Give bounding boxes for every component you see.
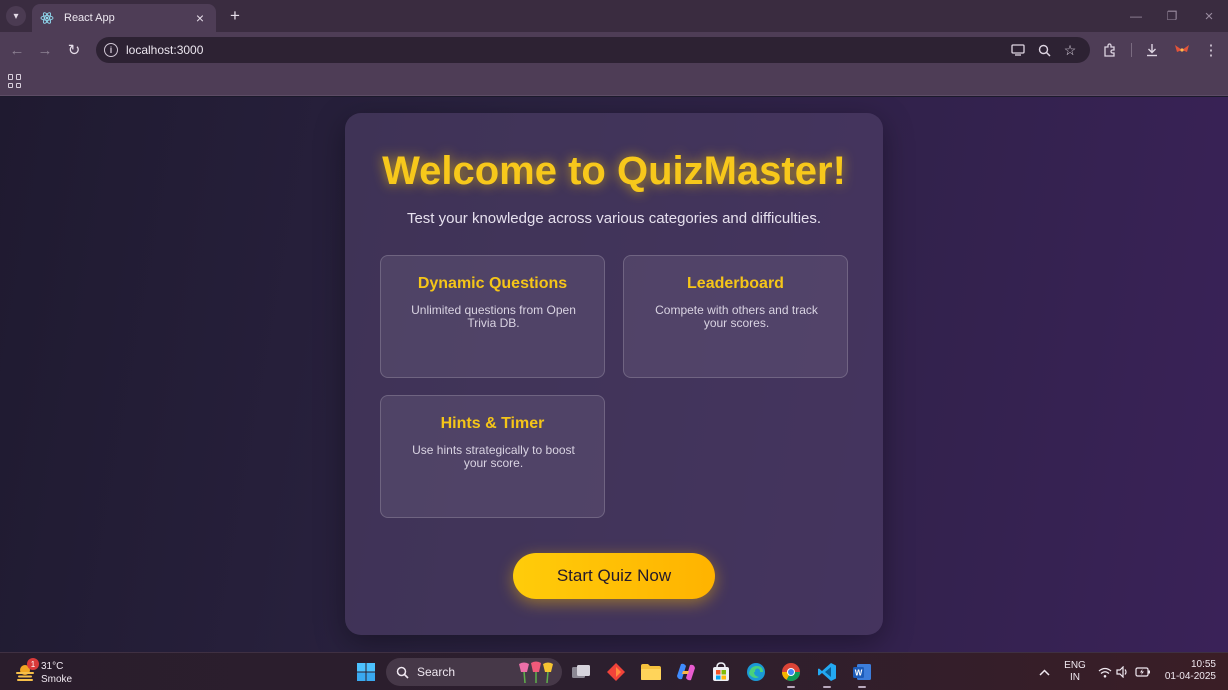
page-title: Welcome to QuizMaster!: [382, 149, 846, 193]
zoom-icon[interactable]: [1036, 42, 1052, 58]
app-icon[interactable]: [604, 660, 628, 684]
bookmarks-bar: [0, 68, 1228, 96]
feature-description: Unlimited questions from Open Trivia DB.: [411, 303, 576, 330]
feature-description: Use hints strategically to boost your sc…: [412, 443, 575, 470]
extensions-icon[interactable]: [1100, 40, 1120, 60]
install-app-icon[interactable]: [1010, 42, 1026, 58]
site-info-icon[interactable]: i: [104, 43, 118, 57]
tab-react-app[interactable]: React App ×: [32, 4, 216, 32]
battery-icon[interactable]: [1135, 664, 1151, 680]
show-hidden-icons-chevron-icon[interactable]: [1036, 664, 1052, 680]
tab-close-icon[interactable]: ×: [192, 10, 208, 26]
toolbar-divider: [1131, 43, 1132, 57]
downloads-icon[interactable]: [1142, 40, 1162, 60]
notification-badge: 1: [27, 658, 39, 670]
task-view-icon[interactable]: [569, 660, 593, 684]
weather-temperature: 31°C: [41, 661, 64, 672]
edge-icon[interactable]: [744, 660, 768, 684]
page-background: Welcome to QuizMaster! Test your knowled…: [0, 97, 1228, 652]
windows-start-icon[interactable]: [354, 660, 378, 684]
tab-search-icon[interactable]: ▾: [6, 6, 26, 26]
taskbar-search-box[interactable]: Search: [386, 658, 562, 686]
feature-title: Dynamic Questions: [417, 275, 568, 292]
forward-icon[interactable]: →: [35, 40, 55, 60]
windows-taskbar: 1 31°C Smoke Search W ENG IN 10:55 01-04…: [0, 652, 1228, 690]
store-icon[interactable]: [709, 660, 733, 684]
search-placeholder: Search: [417, 665, 456, 679]
restore-icon[interactable]: ❐: [1157, 6, 1187, 26]
react-favicon-icon: [40, 11, 54, 25]
tab-title: React App: [64, 12, 115, 24]
word-icon[interactable]: W: [850, 660, 874, 688]
active-app-indicator: [858, 686, 866, 688]
svg-text:W: W: [855, 669, 863, 678]
url-text: localhost:3000: [126, 43, 204, 57]
new-tab-icon[interactable]: +: [226, 6, 244, 26]
tulips-highlight-icon: [516, 661, 558, 684]
feature-title: Leaderboard: [687, 275, 784, 292]
address-bar[interactable]: i localhost:3000 ☆: [96, 37, 1090, 63]
language-code: ENG: [1064, 660, 1086, 671]
active-app-indicator: [787, 686, 795, 688]
clock-date: 01-04-2025: [1164, 671, 1216, 682]
wifi-icon[interactable]: [1097, 664, 1113, 680]
input-language-indicator[interactable]: ENG IN: [1063, 660, 1087, 684]
copilot-icon[interactable]: [674, 660, 698, 684]
clock-time: 10:55: [1190, 659, 1216, 670]
active-app-indicator: [823, 686, 831, 688]
menu-kebab-icon[interactable]: ⋮: [1201, 40, 1221, 60]
minimize-icon[interactable]: —: [1121, 6, 1151, 26]
feature-card-dynamic-questions: Dynamic Questions Unlimited questions fr…: [380, 255, 605, 378]
back-icon[interactable]: ←: [7, 40, 27, 60]
browser-toolbar: ← → ↻ i localhost:3000 ☆ ⋮: [0, 32, 1228, 68]
region-code: IN: [1070, 672, 1080, 683]
close-window-icon[interactable]: ×: [1194, 6, 1224, 26]
chrome-icon[interactable]: [779, 660, 803, 688]
vscode-icon[interactable]: [815, 660, 839, 688]
weather-widget[interactable]: 1 31°C Smoke: [14, 658, 84, 686]
welcome-card: Welcome to QuizMaster! Test your knowled…: [345, 113, 883, 635]
folder-icon[interactable]: [639, 660, 663, 684]
feature-title: Hints & Timer: [440, 415, 545, 432]
bookmark-star-icon[interactable]: ☆: [1062, 42, 1078, 58]
search-icon: [396, 666, 409, 679]
weather-condition: Smoke: [41, 674, 73, 685]
profile-avatar-icon[interactable]: [1172, 40, 1192, 60]
feature-card-leaderboard: Leaderboard Compete with others and trac…: [623, 255, 848, 378]
volume-icon[interactable]: [1115, 664, 1131, 680]
clock[interactable]: 10:55 01-04-2025: [1160, 659, 1216, 683]
start-quiz-button[interactable]: Start Quiz Now: [513, 553, 715, 599]
reload-icon[interactable]: ↻: [64, 40, 84, 60]
tab-strip: ▾ React App × + — ❐ ×: [0, 0, 1228, 32]
feature-card-hints-timer: Hints & Timer Use hints strategically to…: [380, 395, 605, 518]
page-subtitle: Test your knowledge across various categ…: [406, 210, 822, 227]
apps-grid-icon[interactable]: [8, 74, 22, 88]
feature-description: Compete with others and track your score…: [655, 303, 818, 330]
